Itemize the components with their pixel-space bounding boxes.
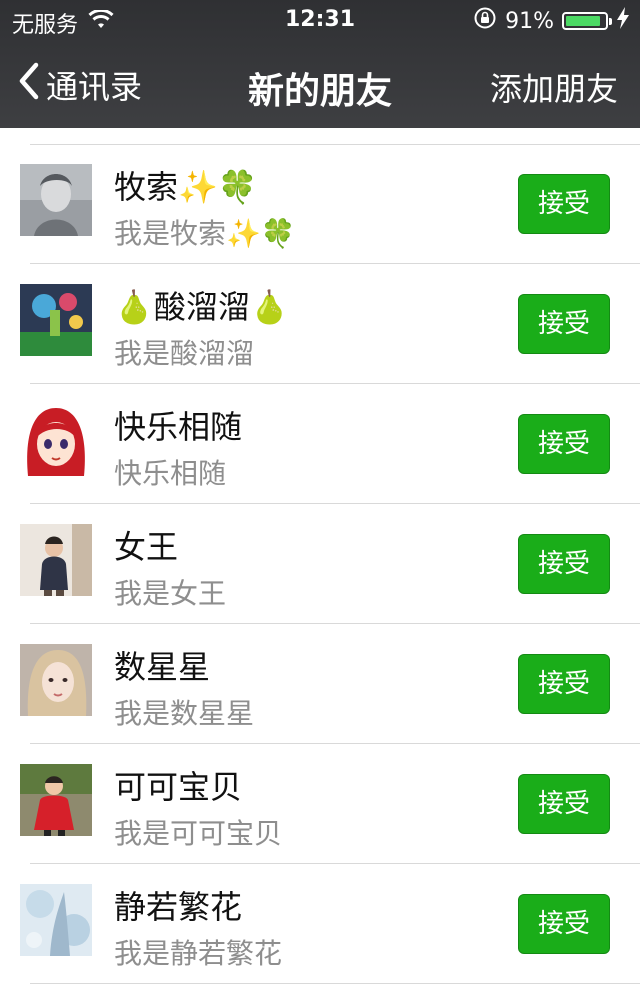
- avatar[interactable]: [20, 764, 92, 836]
- friend-name: 快乐相随: [114, 408, 243, 446]
- friend-name: 女王: [114, 528, 179, 566]
- friend-request-row[interactable]: 数星星 我是数星星 接受: [0, 624, 640, 744]
- friend-request-row[interactable]: 静若繁花 我是静若繁花 接受: [0, 864, 640, 984]
- avatar[interactable]: [20, 884, 92, 956]
- accept-button[interactable]: 接受: [518, 894, 610, 954]
- add-friend-button[interactable]: 添加朋友: [490, 64, 618, 110]
- avatar[interactable]: [20, 404, 92, 476]
- accept-button[interactable]: 接受: [518, 534, 610, 594]
- chevron-left-icon: [18, 62, 46, 108]
- header: 无服务 12:31 91% 通讯录 新的朋友 添加朋友: [0, 0, 640, 128]
- avatar[interactable]: [20, 284, 92, 356]
- avatar[interactable]: [20, 164, 92, 236]
- request-message: 我是女王: [114, 577, 227, 610]
- battery-icon: [562, 12, 612, 30]
- request-message: 我是静若繁花: [114, 937, 283, 970]
- accept-button[interactable]: 接受: [518, 654, 610, 714]
- accept-button[interactable]: 接受: [518, 414, 610, 474]
- battery-fill: [566, 16, 601, 26]
- request-message: 我是酸溜溜: [114, 337, 255, 370]
- request-message: 我是牧索✨🍀: [114, 217, 296, 250]
- friend-name: 可可宝贝: [114, 768, 243, 806]
- battery-percent: 91%: [505, 8, 554, 34]
- charging-icon: [616, 7, 630, 35]
- friend-request-row[interactable]: 可可宝贝 我是可可宝贝 接受: [0, 744, 640, 864]
- friend-request-row[interactable]: 快乐相随 快乐相随 接受: [0, 384, 640, 504]
- friend-request-row[interactable]: 🍐酸溜溜🍐 我是酸溜溜 接受: [0, 264, 640, 384]
- request-message: 我是可可宝贝: [114, 817, 283, 850]
- back-button[interactable]: 通讯录: [18, 62, 142, 108]
- accept-button[interactable]: 接受: [518, 174, 610, 234]
- friend-name: 静若繁花: [114, 888, 243, 926]
- friend-name: 🍐酸溜溜🍐: [114, 288, 290, 326]
- request-message: 我是数星星: [114, 697, 255, 730]
- navigation-bar: 通讯录 新的朋友 添加朋友: [0, 40, 640, 128]
- friend-name: 数星星: [114, 648, 211, 686]
- friend-request-row[interactable]: 牧索✨🍀 我是牧索✨🍀 接受: [0, 144, 640, 264]
- accept-button[interactable]: 接受: [518, 294, 610, 354]
- accept-button[interactable]: 接受: [518, 774, 610, 834]
- status-right: 91%: [465, 6, 630, 36]
- orientation-lock-icon: [473, 6, 497, 36]
- friend-request-list: 牧索✨🍀 我是牧索✨🍀 接受 🍐酸溜溜🍐 我是酸溜溜 接受 快乐相随 快乐相随 …: [0, 144, 640, 984]
- back-label: 通讯录: [46, 68, 143, 106]
- status-bar: 无服务 12:31 91%: [0, 0, 640, 40]
- avatar[interactable]: [20, 644, 92, 716]
- friend-request-row[interactable]: 女王 我是女王 接受: [0, 504, 640, 624]
- friend-name: 牧索✨🍀: [114, 168, 258, 206]
- avatar[interactable]: [20, 524, 92, 596]
- request-message: 快乐相随: [114, 457, 227, 490]
